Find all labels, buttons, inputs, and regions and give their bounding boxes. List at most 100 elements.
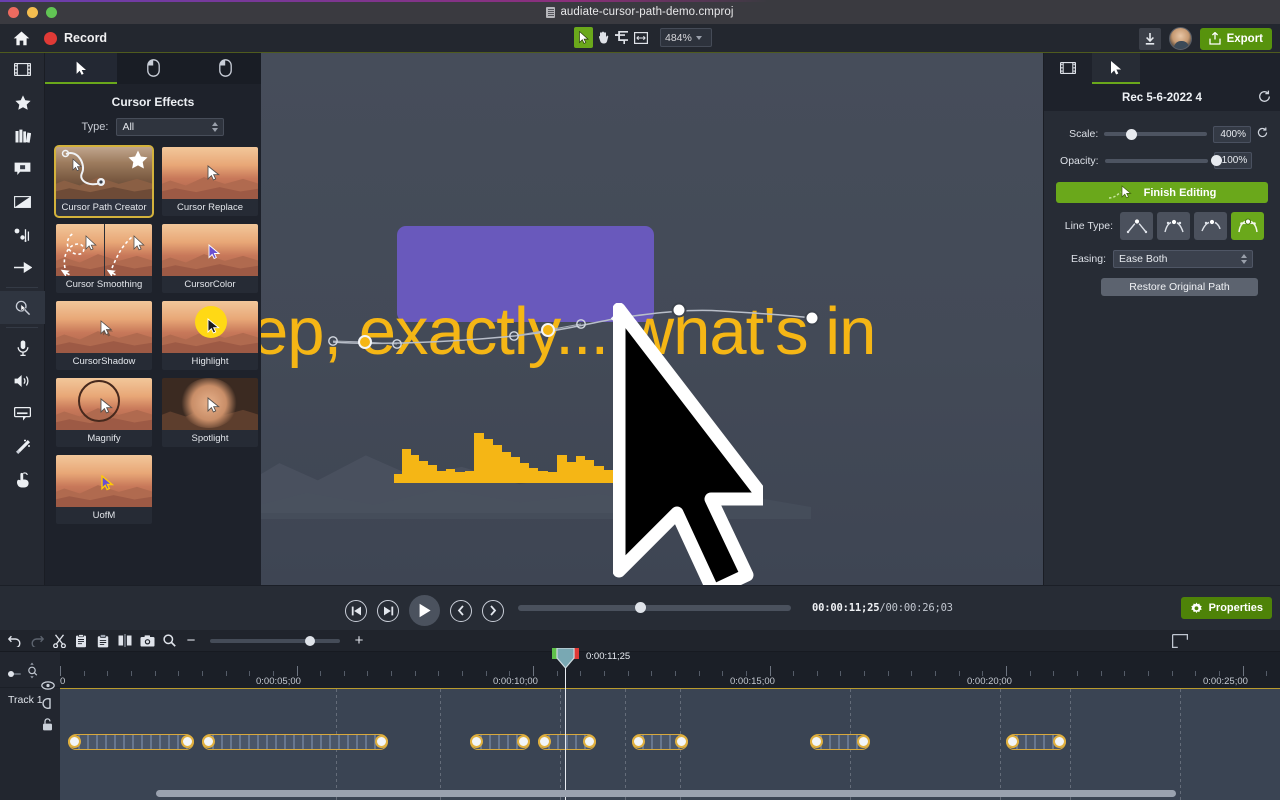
copy-button[interactable] [70, 631, 92, 651]
clip-keyframe-node[interactable] [857, 735, 870, 748]
clip-keyframe-node[interactable] [810, 735, 823, 748]
fit-width-tool-button[interactable] [631, 27, 650, 48]
sidebar-item-media-bin[interactable] [0, 53, 45, 86]
effect-cursor-color[interactable]: CursorColor [162, 224, 258, 293]
previous-marker-button[interactable] [450, 600, 472, 622]
scale-reset-button[interactable] [1257, 125, 1268, 143]
opacity-slider-knob[interactable] [1211, 155, 1222, 166]
clip-keyframe-node[interactable] [632, 735, 645, 748]
sidebar-item-captions[interactable] [0, 397, 45, 430]
tab-media-properties[interactable] [1044, 53, 1092, 84]
redo-button[interactable] [26, 631, 48, 651]
clip-keyframe-node[interactable] [675, 735, 688, 748]
sidebar-item-audio-effects[interactable] [0, 364, 45, 397]
scale-slider-knob[interactable] [1126, 129, 1137, 140]
line-type-smooth-out-button[interactable] [1194, 212, 1227, 240]
maximize-window-button[interactable] [46, 7, 57, 18]
clip-keyframe-node[interactable] [181, 735, 194, 748]
track-zoom-button[interactable] [26, 662, 38, 684]
sidebar-item-transitions[interactable] [0, 185, 45, 218]
crop-tool-button[interactable] [612, 27, 631, 48]
timeline-zoom-in-button[interactable]: + [348, 631, 370, 651]
next-marker-button[interactable] [482, 600, 504, 622]
play-button[interactable] [409, 595, 440, 626]
playback-scrubber[interactable] [518, 605, 791, 611]
sidebar-item-library[interactable] [0, 119, 45, 152]
easing-dropdown[interactable]: Ease Both [1113, 250, 1253, 268]
zoom-level-dropdown[interactable]: 484% [660, 28, 712, 47]
track-visibility-toggle[interactable] [41, 677, 55, 695]
preview-canvas[interactable]: ep, exactly... what's in [261, 53, 1043, 585]
effect-uofm[interactable]: UofM [56, 455, 152, 524]
clip-keyframe-node[interactable] [470, 735, 483, 748]
effect-spotlight[interactable]: Spotlight [162, 378, 258, 447]
record-button[interactable]: Record [44, 31, 107, 45]
sidebar-item-cursor-effects[interactable] [0, 291, 45, 324]
clip-keyframe-node[interactable] [1053, 735, 1066, 748]
restore-original-path-button[interactable]: Restore Original Path [1101, 278, 1258, 296]
effect-cursor-smoothing[interactable]: Cursor Smoothing [56, 224, 152, 293]
line-type-straight-button[interactable] [1120, 212, 1153, 240]
zoom-to-fit-button[interactable] [158, 631, 180, 651]
timeline-horizontal-scrollbar[interactable] [156, 790, 1176, 797]
select-tool-button[interactable] [574, 27, 593, 48]
close-window-button[interactable] [8, 7, 19, 18]
effect-magnify[interactable]: Magnify [56, 378, 152, 447]
finish-editing-button[interactable]: Finish Editing [1056, 182, 1268, 203]
timeline-zoom-knob[interactable] [305, 636, 315, 646]
effect-cursor-path-creator[interactable]: Cursor Path Creator [56, 147, 152, 216]
export-button[interactable]: Export [1200, 28, 1272, 50]
clip-bar[interactable] [202, 734, 388, 750]
timeline-zoom-slider[interactable] [210, 639, 340, 643]
effect-cursor-replace[interactable]: Cursor Replace [162, 147, 258, 216]
timeline-zoom-out-button[interactable]: − [180, 631, 202, 651]
clip-keyframe-node[interactable] [375, 735, 388, 748]
track-height-slider[interactable] [8, 666, 22, 684]
scale-value-field[interactable]: 400% [1213, 126, 1251, 143]
tab-cursor-properties[interactable] [1092, 53, 1140, 84]
hand-tool-button[interactable] [593, 27, 612, 48]
scrubber-knob[interactable] [635, 602, 646, 613]
undo-button[interactable] [4, 631, 26, 651]
tab-left-click[interactable] [117, 53, 189, 84]
split-button[interactable] [114, 631, 136, 651]
sidebar-item-favorites[interactable] [0, 86, 45, 119]
properties-button[interactable]: Properties [1181, 597, 1272, 619]
playhead-handle[interactable] [552, 648, 579, 675]
clip-bar[interactable] [68, 734, 194, 750]
timeline-tracks-area[interactable]: Rec 5-6-2022 4 [60, 688, 1280, 800]
reset-all-button[interactable] [1258, 90, 1271, 108]
type-filter-dropdown[interactable]: All [116, 118, 224, 136]
step-back-button[interactable] [345, 600, 367, 622]
opacity-slider[interactable] [1105, 159, 1209, 163]
scale-slider[interactable] [1104, 132, 1207, 136]
effect-highlight[interactable]: Highlight [162, 301, 258, 370]
tab-right-click[interactable] [189, 53, 261, 84]
clip-keyframe-node[interactable] [68, 735, 81, 748]
clip-keyframe-node[interactable] [517, 735, 530, 748]
paste-button[interactable] [92, 631, 114, 651]
cut-button[interactable] [48, 631, 70, 651]
download-button[interactable] [1139, 28, 1161, 50]
sidebar-item-annotations[interactable] [0, 152, 45, 185]
timeline-marker-button[interactable] [1172, 634, 1188, 648]
tab-cursor-effects[interactable] [45, 53, 117, 84]
window-controls[interactable] [8, 7, 57, 18]
track-lock-toggle[interactable] [42, 718, 53, 736]
clip-keyframe-node[interactable] [1006, 735, 1019, 748]
effect-cursor-shadow[interactable]: CursorShadow [56, 301, 152, 370]
clip-keyframe-node[interactable] [202, 735, 215, 748]
sidebar-item-voice-narration[interactable] [0, 331, 45, 364]
track-disable-toggle[interactable] [41, 697, 54, 715]
sidebar-item-interactivity[interactable] [0, 463, 45, 496]
clip-keyframe-node[interactable] [538, 735, 551, 748]
snapshot-button[interactable] [136, 631, 158, 651]
line-type-smooth-both-button[interactable] [1231, 212, 1264, 240]
user-avatar[interactable] [1169, 27, 1192, 50]
sidebar-item-visual-effects[interactable] [0, 430, 45, 463]
line-type-smooth-in-button[interactable] [1157, 212, 1190, 240]
sidebar-item-animations[interactable] [0, 251, 45, 284]
step-forward-button[interactable] [377, 600, 399, 622]
home-button[interactable] [10, 27, 32, 49]
clip-keyframe-node[interactable] [583, 735, 596, 748]
